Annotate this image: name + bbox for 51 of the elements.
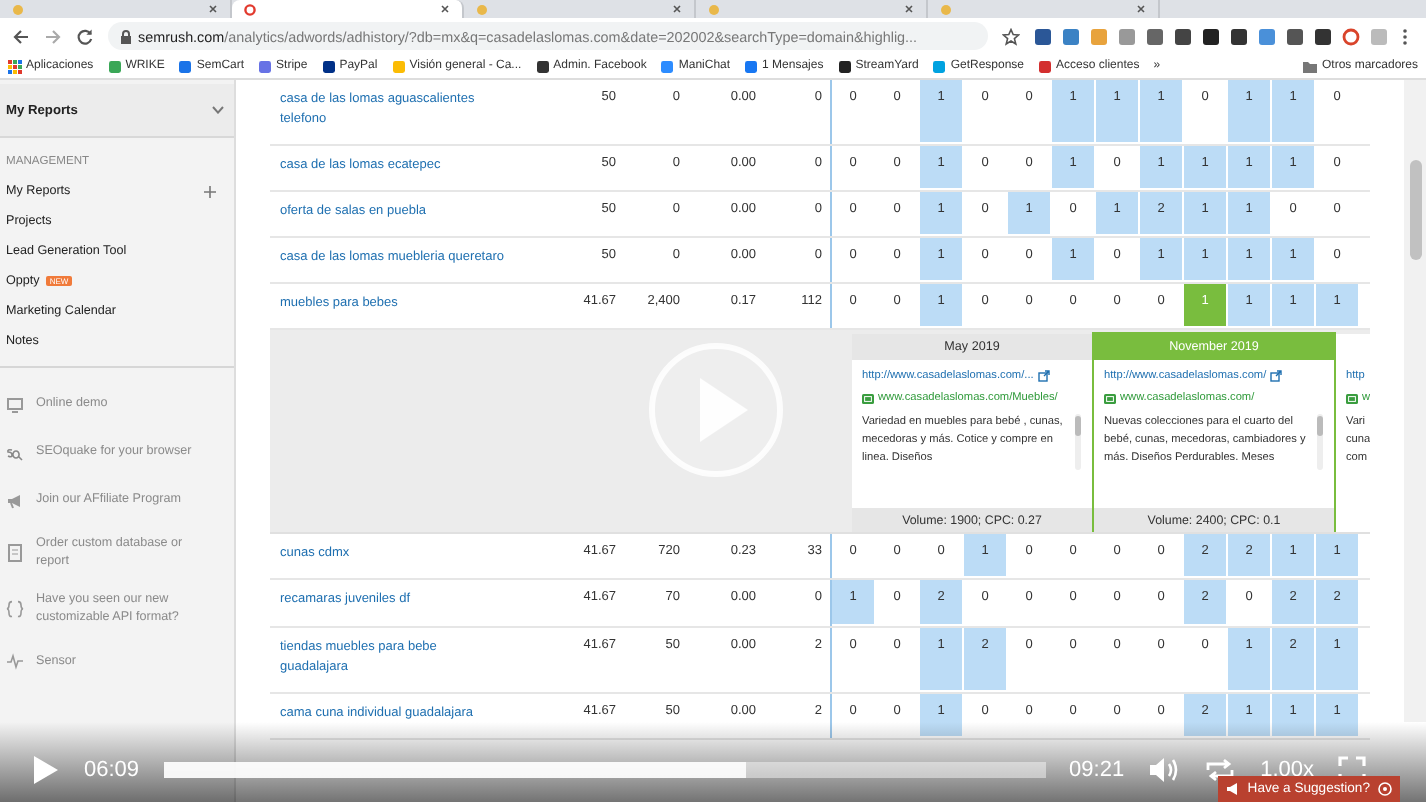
bookmark-icon xyxy=(837,59,852,73)
bookmark-icon xyxy=(660,59,675,73)
megaphone-icon xyxy=(6,491,24,509)
loop-icon[interactable] xyxy=(1204,756,1237,784)
tab-favicon-icon xyxy=(244,3,256,15)
close-icon[interactable] xyxy=(208,4,218,14)
bookmark-icon xyxy=(1038,59,1053,73)
star-icon[interactable] xyxy=(1002,27,1020,45)
close-icon[interactable] xyxy=(904,4,914,14)
external-link-icon[interactable] xyxy=(1270,370,1283,383)
bookmark-icon xyxy=(107,59,122,73)
bookmark-icon xyxy=(258,59,273,73)
back-icon[interactable] xyxy=(12,27,30,45)
close-icon[interactable] xyxy=(672,4,682,14)
close-icon[interactable] xyxy=(1136,4,1146,14)
ad-icon xyxy=(862,393,874,404)
reload-icon[interactable] xyxy=(76,27,94,45)
close-icon[interactable] xyxy=(440,4,450,14)
bookmark-icon xyxy=(178,59,193,73)
monitor-icon xyxy=(6,395,24,413)
doc-icon xyxy=(6,543,24,562)
favicon-icon xyxy=(708,3,720,15)
pulse-icon xyxy=(6,652,24,670)
bookmark-icon xyxy=(932,59,947,73)
ad-icon xyxy=(1346,393,1358,404)
chevron-icon xyxy=(212,106,224,114)
favicon-icon xyxy=(12,3,24,15)
folder-icon xyxy=(1301,59,1318,73)
lock-icon xyxy=(120,29,132,43)
favicon-icon xyxy=(476,3,488,15)
ad-icon xyxy=(1104,393,1116,404)
add-icon[interactable] xyxy=(204,185,216,197)
megaphone-icon xyxy=(1225,782,1240,796)
volume-icon[interactable] xyxy=(1148,756,1181,784)
play-icon[interactable] xyxy=(32,754,60,786)
apps-icon xyxy=(8,59,22,73)
braces-icon xyxy=(6,599,24,618)
menu-icon[interactable] xyxy=(1402,27,1408,45)
favicon-icon xyxy=(940,3,952,15)
duration-time: 09:21 xyxy=(1069,758,1125,782)
scrollbar[interactable] xyxy=(1404,80,1426,722)
bookmark-icon xyxy=(321,59,336,73)
external-link-icon[interactable] xyxy=(1037,370,1050,383)
bookmark-icon xyxy=(535,59,550,73)
bookmark-icon xyxy=(391,59,406,73)
elapsed-time: 06:09 xyxy=(84,758,140,782)
scrollbar-icon xyxy=(1316,414,1324,471)
scroll-thumb[interactable] xyxy=(1410,160,1422,260)
scrollbar-icon xyxy=(1074,414,1082,471)
progress-track[interactable] xyxy=(163,762,1046,778)
bookmark-icon xyxy=(744,59,759,73)
